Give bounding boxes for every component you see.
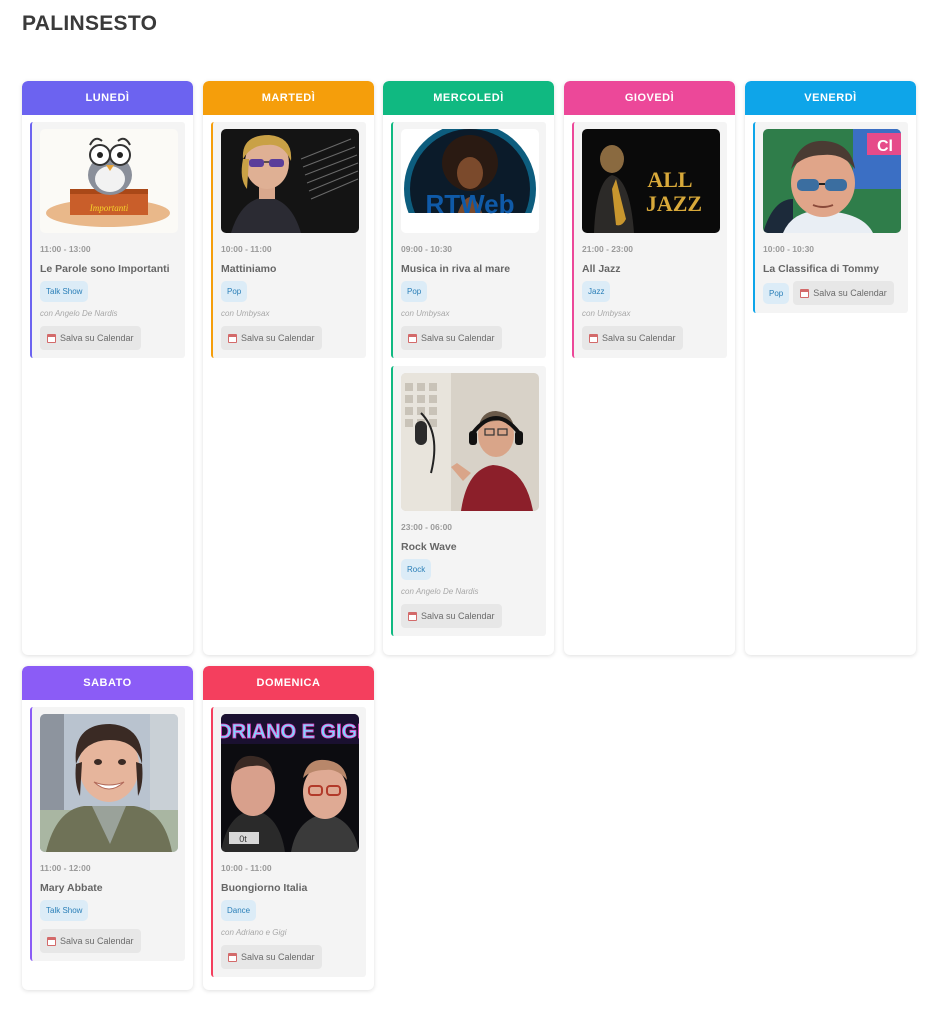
show-image	[221, 129, 359, 233]
day-header-sabato: SABATO	[22, 666, 193, 700]
save-to-calendar-label: Salva su Calendar	[421, 333, 495, 343]
genre-tag[interactable]: Dance	[221, 900, 257, 921]
all-jazz-logo-text-1: ALL	[647, 167, 692, 192]
save-to-calendar-button[interactable]: Salva su Calendar	[401, 604, 502, 628]
day-column-venerdi: VENERDÌ Cl 10:00 - 10:30 La Classifica d…	[745, 81, 916, 655]
show-image: RTWeb	[401, 129, 539, 233]
show-host: con Umbysax	[582, 309, 631, 318]
show-card[interactable]: Importanti 11:00 - 13:00 Le Parole sono …	[30, 122, 185, 358]
show-title: All Jazz	[582, 263, 621, 275]
calendar-icon	[228, 333, 237, 343]
calendar-icon	[47, 333, 56, 343]
day-column-domenica: DOMENICA DRIANO E GIGI 0t 10:00 - 11:00 …	[203, 666, 374, 990]
show-logo-text: DRIANO E GIGI	[221, 721, 359, 743]
show-card[interactable]: 11:00 - 12:00 Mary Abbate Talk Show Salv…	[30, 707, 185, 961]
day-header-lunedi: LUNEDÌ	[22, 81, 193, 115]
save-to-calendar-label: Salva su Calendar	[60, 936, 134, 946]
show-image: Importanti	[40, 129, 178, 233]
svg-text:0t: 0t	[239, 834, 247, 844]
show-time: 10:00 - 10:30	[763, 244, 815, 254]
page-title: PALINSESTO	[22, 12, 158, 35]
show-time: 09:00 - 10:30	[401, 244, 453, 254]
rtweb-logo-text: RTWeb	[425, 189, 514, 219]
show-title: Musica in riva al mare	[401, 263, 511, 275]
calendar-icon	[228, 952, 237, 962]
day-column-sabato: SABATO 11:00 - 12:00 Mary Abbate Talk Sh…	[22, 666, 193, 990]
all-jazz-logo-text-2: JAZZ	[646, 191, 702, 216]
genre-tag[interactable]: Pop	[401, 281, 428, 302]
svg-text:Cl: Cl	[877, 138, 893, 155]
show-card[interactable]: DRIANO E GIGI 0t 10:00 - 11:00 Buongiorn…	[211, 707, 366, 977]
show-time: 10:00 - 11:00	[221, 863, 272, 873]
show-time: 11:00 - 12:00	[40, 863, 91, 873]
show-host: con Adriano e Gigi	[221, 928, 287, 937]
show-host: con Umbysax	[221, 309, 270, 318]
genre-tag[interactable]: Pop	[221, 281, 248, 302]
day-header-martedi: MARTEDÌ	[203, 81, 374, 115]
save-to-calendar-label: Salva su Calendar	[241, 333, 315, 343]
show-host: con Angelo De Nardis	[40, 309, 118, 318]
save-to-calendar-button[interactable]: Salva su Calendar	[40, 326, 141, 350]
show-time: 23:00 - 06:00	[401, 522, 453, 532]
genre-tag[interactable]: Pop	[763, 282, 790, 304]
show-card[interactable]: Cl 10:00 - 10:30 La Classifica di Tommy …	[753, 122, 908, 313]
calendar-icon	[408, 333, 417, 343]
genre-tag[interactable]: Jazz	[582, 281, 611, 302]
show-image: ALL JAZZ	[582, 129, 720, 233]
save-to-calendar-label: Salva su Calendar	[60, 333, 134, 343]
show-image: Cl	[763, 129, 901, 233]
show-image	[40, 714, 178, 852]
genre-tag[interactable]: Rock	[401, 559, 432, 580]
show-card[interactable]: 10:00 - 11:00 Mattiniamo Pop con Umbysax…	[211, 122, 366, 358]
svg-text:Importanti: Importanti	[89, 203, 129, 213]
show-title: Rock Wave	[401, 541, 457, 553]
day-column-lunedi: LUNEDÌ Importanti 11:00 - 13:00 Le Parol…	[22, 81, 193, 655]
day-header-giovedi: GIOVEDÌ	[564, 81, 735, 115]
save-to-calendar-button[interactable]: Salva su Calendar	[221, 326, 322, 350]
show-title: Le Parole sono Importanti	[40, 263, 170, 275]
day-column-martedi: MARTEDÌ 10:00 - 11:00 Mattiniamo Pop con…	[203, 81, 374, 655]
show-image	[401, 373, 539, 511]
show-title: La Classifica di Tommy	[763, 263, 879, 275]
save-to-calendar-label: Salva su Calendar	[602, 333, 676, 343]
calendar-icon	[408, 611, 417, 621]
show-card[interactable]: ALL JAZZ 21:00 - 23:00 All Jazz Jazz con…	[572, 122, 727, 358]
show-host: con Umbysax	[401, 309, 450, 318]
save-to-calendar-label: Salva su Calendar	[241, 952, 315, 962]
day-column-mercoledi: MERCOLEDÌ RTWeb 09:00 - 10:30 Musica in …	[383, 81, 554, 655]
show-time: 10:00 - 11:00	[221, 244, 272, 254]
show-title: Mattiniamo	[221, 263, 277, 275]
genre-tag[interactable]: Talk Show	[40, 900, 89, 921]
show-time: 21:00 - 23:00	[582, 244, 634, 254]
show-title: Mary Abbate	[40, 882, 103, 894]
show-time: 11:00 - 13:00	[40, 244, 91, 254]
show-host: con Angelo De Nardis	[401, 587, 479, 596]
save-to-calendar-label: Salva su Calendar	[421, 611, 495, 621]
day-column-giovedi: GIOVEDÌ ALL JAZZ 21:00 - 23:00 All Jazz …	[564, 81, 735, 655]
day-header-mercoledi: MERCOLEDÌ	[383, 81, 554, 115]
save-to-calendar-button[interactable]: Salva su Calendar	[40, 929, 141, 953]
save-to-calendar-button[interactable]: Salva su Calendar	[582, 326, 683, 350]
calendar-icon	[589, 333, 598, 343]
show-title: Buongiorno Italia	[221, 882, 308, 894]
save-to-calendar-button[interactable]: Salva su Calendar	[793, 281, 894, 305]
genre-tag[interactable]: Talk Show	[40, 281, 89, 302]
day-header-venerdi: VENERDÌ	[745, 81, 916, 115]
calendar-icon	[800, 288, 810, 298]
day-header-domenica: DOMENICA	[203, 666, 374, 700]
show-image: DRIANO E GIGI 0t	[221, 714, 359, 852]
save-to-calendar-button[interactable]: Salva su Calendar	[221, 945, 322, 969]
save-to-calendar-button[interactable]: Salva su Calendar	[401, 326, 502, 350]
show-card[interactable]: RTWeb 09:00 - 10:30 Musica in riva al ma…	[391, 122, 546, 358]
save-to-calendar-label: Salva su Calendar	[813, 288, 887, 298]
calendar-icon	[47, 936, 56, 946]
show-card[interactable]: 23:00 - 06:00 Rock Wave Rock con Angelo …	[391, 366, 546, 636]
